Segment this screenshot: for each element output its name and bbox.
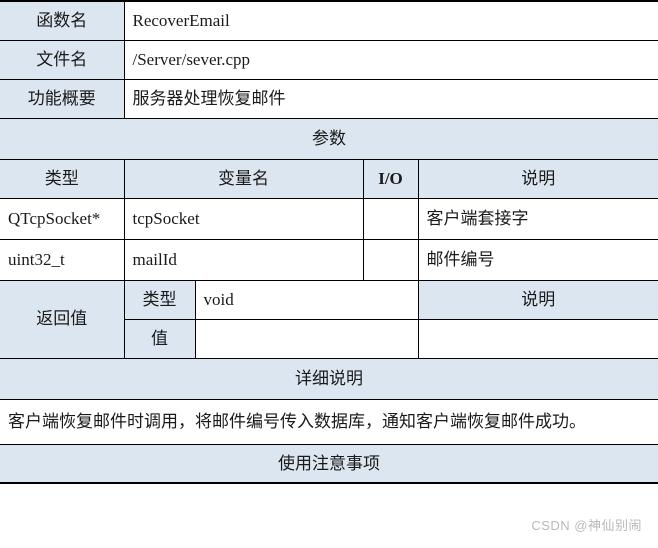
- row-value-file-name: /Server/sever.cpp: [123, 39, 658, 80]
- return-value-description: [417, 318, 658, 359]
- param-io: [362, 238, 419, 281]
- table-row-function-name: 函数名 RecoverEmail: [0, 0, 658, 41]
- param-name: tcpSocket: [123, 197, 364, 240]
- table-row-params-header: 类型 变量名 I/O 说明: [0, 158, 658, 199]
- return-type-label: 类型: [123, 279, 196, 320]
- column-header-description: 说明: [417, 158, 658, 199]
- section-title-notes: 使用注意事项: [0, 443, 658, 484]
- param-name: mailId: [123, 238, 364, 281]
- param-type: uint32_t: [0, 238, 125, 281]
- param-type: QTcpSocket*: [0, 197, 125, 240]
- row-value-summary: 服务器处理恢复邮件: [123, 78, 658, 119]
- section-label-return-value: 返回值: [0, 279, 125, 359]
- column-header-io: I/O: [362, 158, 419, 199]
- return-value-value: [194, 318, 419, 359]
- row-label-function-name: 函数名: [0, 0, 125, 41]
- param-description: 邮件编号: [417, 238, 658, 281]
- row-label-summary: 功能概要: [0, 78, 125, 119]
- return-value-label: 值: [124, 318, 196, 359]
- table-row-param: QTcpSocket* tcpSocket 客户端套接字: [0, 197, 658, 240]
- table-row-return-type: 返回值 类型 void 说明: [0, 279, 658, 359]
- table-row-detail-banner: 详细说明: [0, 357, 658, 400]
- row-value-function-name: RecoverEmail: [123, 0, 658, 41]
- table-row-params-banner: 参数: [0, 117, 658, 160]
- table-row-param: uint32_t mailId 邮件编号: [0, 238, 658, 281]
- section-title-params: 参数: [0, 117, 658, 160]
- param-description: 客户端套接字: [417, 197, 658, 240]
- table-row-detail-body: 客户端恢复邮件时调用，将邮件编号传入数据库，通知客户端恢复邮件成功。: [0, 398, 658, 445]
- return-description-label: 说明: [417, 279, 658, 320]
- table-row-notes-banner: 使用注意事项: [0, 443, 658, 484]
- table-row-summary: 功能概要 服务器处理恢复邮件: [0, 78, 658, 119]
- row-label-file-name: 文件名: [0, 39, 125, 80]
- column-header-type: 类型: [0, 158, 125, 199]
- detail-body-text: 客户端恢复邮件时调用，将邮件编号传入数据库，通知客户端恢复邮件成功。: [0, 398, 658, 445]
- section-title-detail: 详细说明: [0, 357, 658, 400]
- column-header-variable-name: 变量名: [123, 158, 364, 199]
- return-type-value: void: [194, 279, 419, 320]
- csdn-watermark: CSDN @神仙别闹: [531, 518, 642, 533]
- param-io: [362, 197, 419, 240]
- table-row-file-name: 文件名 /Server/sever.cpp: [0, 39, 658, 80]
- function-spec-table: 函数名 RecoverEmail 文件名 /Server/sever.cpp 功…: [0, 0, 658, 484]
